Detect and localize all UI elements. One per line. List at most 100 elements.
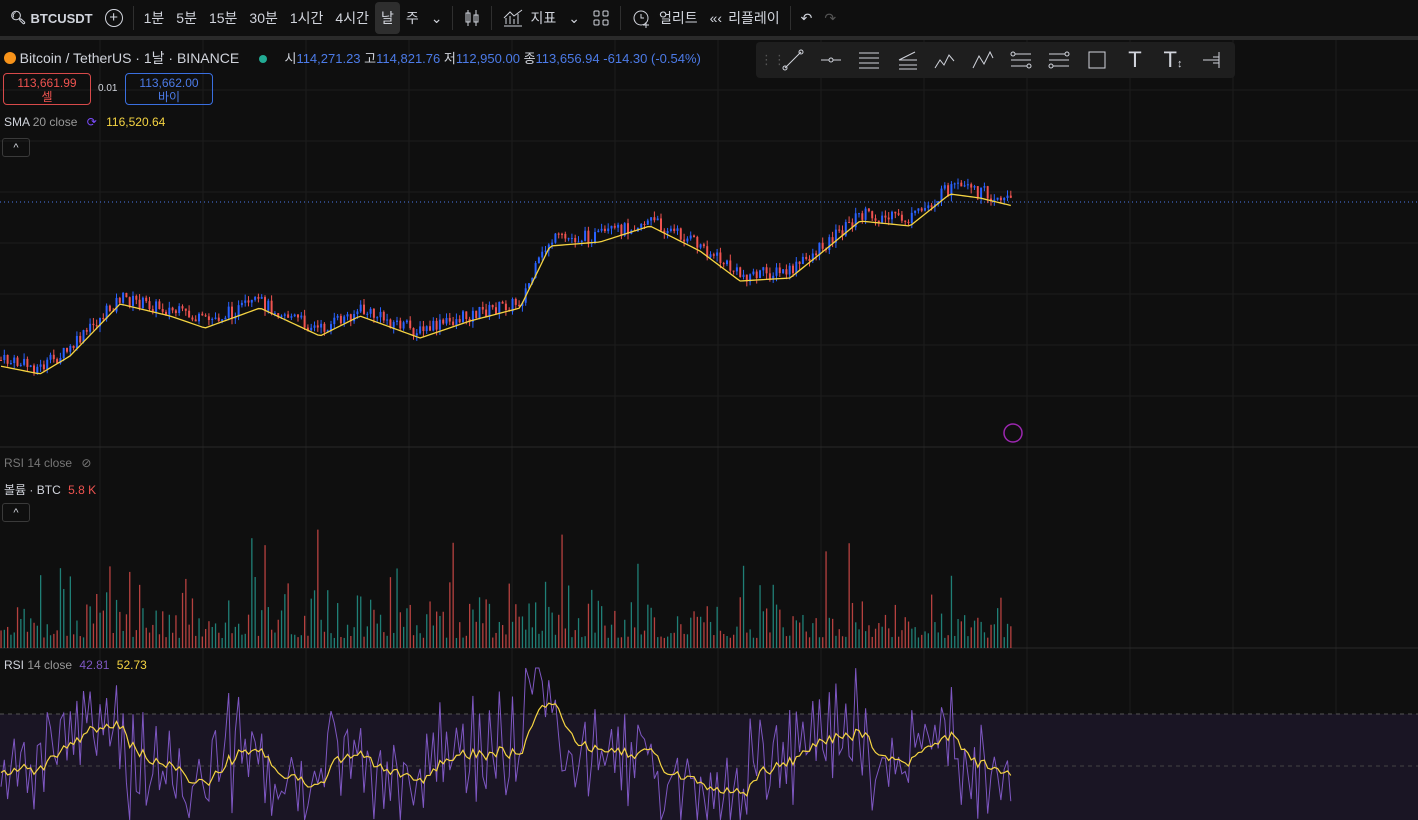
symbol-title[interactable]: Bitcoin / TetherUS · 1날 · BINANCE <box>20 50 240 66</box>
candle-body <box>821 242 824 249</box>
candle-body <box>132 295 134 306</box>
ruler-tool[interactable] <box>1192 45 1230 75</box>
candle-body <box>702 244 705 247</box>
note-tool[interactable]: T↕ <box>1154 45 1192 75</box>
replay-button[interactable]: «‹ 리플레이 <box>704 2 786 34</box>
candle-body <box>290 316 293 318</box>
candle-body <box>3 354 6 361</box>
interval-dropdown[interactable]: ⌄ <box>425 2 449 34</box>
candle-body <box>759 270 761 279</box>
volume-bar <box>7 626 9 648</box>
trend-line-tool[interactable] <box>774 45 812 75</box>
candle-body <box>963 185 966 187</box>
interval-1d[interactable]: 날 <box>374 2 400 34</box>
volume-bar <box>723 633 725 648</box>
candle-body <box>815 253 818 256</box>
chart-type-button[interactable] <box>457 2 487 34</box>
drag-handle-icon[interactable]: ⋮⋮ <box>760 52 786 68</box>
candle-body <box>465 311 468 320</box>
candle-body <box>983 186 986 188</box>
candle-body <box>693 235 695 237</box>
interval-1w[interactable]: 주 <box>400 2 425 34</box>
eye-off-icon[interactable]: ⊘ <box>81 456 91 470</box>
candle-body <box>689 235 692 239</box>
volume-bar <box>238 623 240 648</box>
interval-1m[interactable]: 1분 <box>138 2 171 34</box>
volume-bar <box>287 583 289 648</box>
candle-body <box>392 321 395 328</box>
chart-canvas[interactable] <box>0 40 1418 820</box>
volume-bar <box>878 623 880 648</box>
elliott-wave-tool[interactable] <box>926 45 964 75</box>
candle-body <box>798 261 801 265</box>
volume-bar <box>577 618 580 648</box>
undo-button[interactable]: ↶ <box>795 2 819 34</box>
volume-bar <box>76 620 78 648</box>
candle-body <box>871 211 874 219</box>
volume-legend[interactable]: 볼륨 · BTC 5.8 K <box>4 481 96 498</box>
volume-bar <box>960 621 962 648</box>
volume-bar <box>950 575 953 648</box>
parallel-channel-tool[interactable] <box>850 45 888 75</box>
interval-5m[interactable]: 5분 <box>170 2 203 34</box>
candle-body <box>999 197 1002 201</box>
redo-button[interactable]: ↷ <box>818 2 842 34</box>
rewind-icon: «‹ <box>709 10 723 26</box>
interval-1h[interactable]: 1시간 <box>284 2 330 34</box>
buy-button[interactable]: 113,662.00 바이 <box>125 73 213 105</box>
rectangle-tool[interactable] <box>1078 45 1116 75</box>
volume-bar <box>195 635 197 648</box>
candle-body <box>23 358 26 365</box>
candle-body <box>323 323 326 332</box>
volume-bar <box>416 625 418 648</box>
candle-body <box>148 301 151 310</box>
candle-body <box>303 315 306 328</box>
collapse-legend-button[interactable]: ^ <box>2 138 30 157</box>
candle-body <box>594 232 596 243</box>
indicators-button[interactable]: 지표 <box>496 2 562 34</box>
volume-bar <box>997 608 999 648</box>
interval-30m[interactable]: 30분 <box>243 2 283 34</box>
volume-bar <box>772 584 774 648</box>
volume-bar <box>604 625 606 648</box>
indicators-dropdown[interactable]: ⌄ <box>562 2 586 34</box>
interval-4h[interactable]: 4시간 <box>329 2 375 34</box>
candles-icon <box>465 10 479 26</box>
volume-bar <box>106 592 108 648</box>
horizontal-ray-tool[interactable] <box>812 45 850 75</box>
volume-bar <box>544 581 547 648</box>
volume-bar <box>158 634 161 648</box>
volume-bar <box>907 621 910 648</box>
candle-body <box>283 314 286 316</box>
gann-box-tool[interactable] <box>1040 45 1078 75</box>
interval-15m[interactable]: 15분 <box>203 2 243 34</box>
compare-add-button[interactable]: + <box>99 2 129 34</box>
volume-bar <box>442 611 444 648</box>
collapse-volume-button[interactable]: ^ <box>2 503 30 522</box>
sma-legend[interactable]: SMA 20 close ⟳ 116,520.64 <box>4 115 165 129</box>
volume-bar <box>13 632 15 648</box>
candle-body <box>475 310 478 319</box>
text-tool[interactable]: T <box>1116 45 1154 75</box>
symbol-search[interactable]: 🔍︎ BTCUSDT <box>4 2 99 34</box>
volume-bar <box>967 636 969 648</box>
volume-bar <box>274 632 276 648</box>
volume-bar <box>858 629 860 648</box>
rsi-hidden-legend[interactable]: RSI 14 close ⊘ <box>4 456 91 470</box>
volume-bar <box>353 627 355 648</box>
alert-button[interactable]: 얼리트 <box>625 2 704 34</box>
candle-body <box>313 325 316 328</box>
volume-bar <box>304 615 306 648</box>
volume-bar <box>630 602 632 648</box>
abcd-pattern-tool[interactable] <box>964 45 1002 75</box>
fib-retracement-tool[interactable] <box>1002 45 1040 75</box>
volume-bar <box>231 633 233 648</box>
pitchfork-tool[interactable] <box>888 45 926 75</box>
volume-bar <box>594 632 596 648</box>
layout-button[interactable] <box>586 2 616 34</box>
rsi-legend[interactable]: RSI 14 close 42.81 52.73 <box>4 658 147 672</box>
candle-body <box>336 315 339 318</box>
volume-bar <box>346 624 349 648</box>
sell-button[interactable]: 113,661.99 셀 <box>3 73 91 105</box>
candle-body <box>108 305 111 311</box>
